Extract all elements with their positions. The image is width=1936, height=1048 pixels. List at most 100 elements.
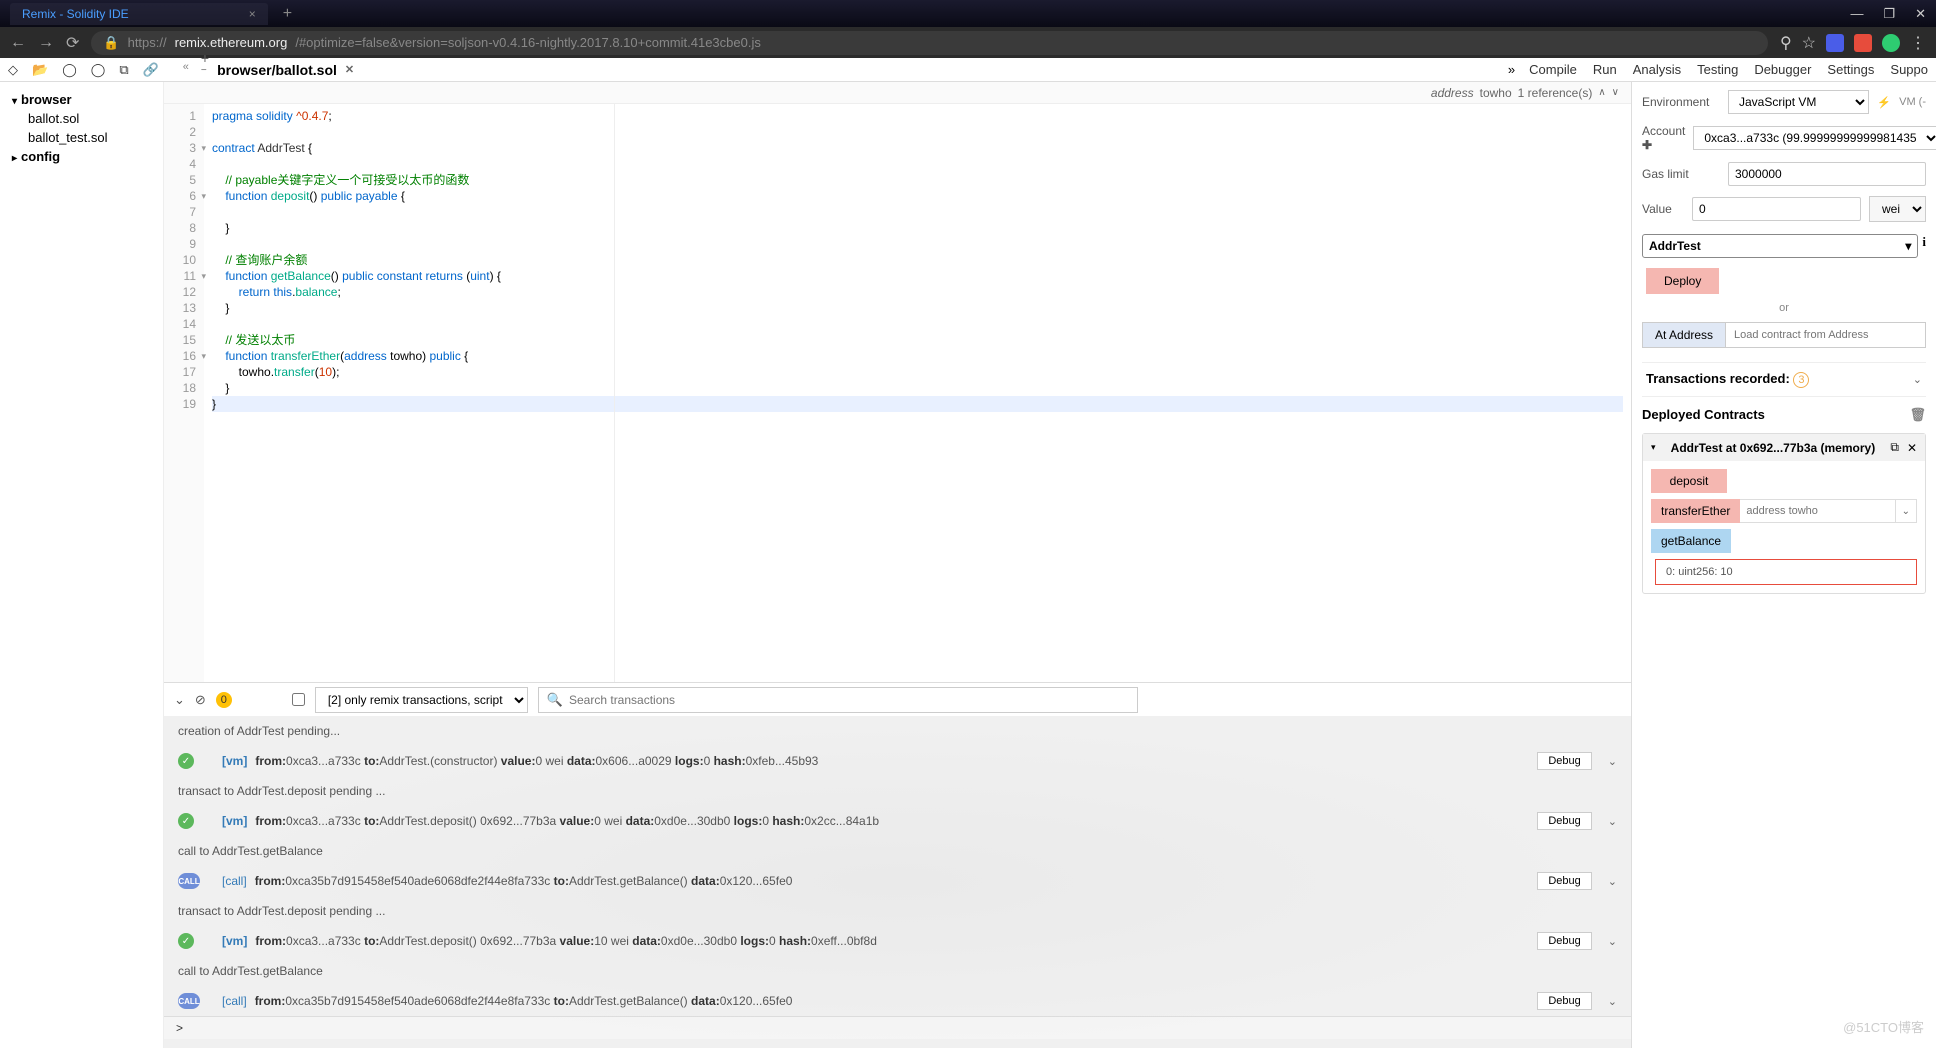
translate-icon[interactable]: ⚲	[1780, 33, 1792, 53]
fn-result: 0: uint256: 10	[1655, 559, 1917, 585]
plus-icon[interactable]: ✚	[1642, 138, 1652, 152]
file-explorer: browser ballot.sol ballot_test.sol confi…	[0, 82, 164, 1048]
tab-title: Remix - Solidity IDE	[22, 7, 129, 21]
collapse-icon[interactable]: »	[1508, 62, 1515, 77]
chevron-down-icon[interactable]: ⌄	[1896, 499, 1917, 523]
at-address-button[interactable]: At Address	[1642, 322, 1726, 348]
add-icon[interactable]: +−	[201, 50, 209, 82]
bolt-icon: ⚡	[1877, 96, 1891, 109]
open-icon[interactable]: 📂	[32, 62, 48, 78]
contract-select[interactable]: AddrTest ▾	[1642, 234, 1918, 258]
search-icon: 🔍	[547, 692, 563, 708]
copy-icon[interactable]: ⧉	[119, 62, 128, 78]
fn-transfer-button[interactable]: transferEther	[1651, 499, 1740, 523]
chevron-down-icon[interactable]: ⌄	[1608, 755, 1617, 768]
code-editor[interactable]: 123▾456▾7891011▾1213141516▾171819 pragma…	[164, 104, 1631, 682]
debug-button[interactable]: Debug	[1537, 872, 1591, 890]
menu-compile[interactable]: Compile	[1529, 62, 1577, 77]
menu-support[interactable]: Suppo	[1890, 62, 1928, 77]
call-icon: CALL	[178, 873, 200, 889]
extension-icon[interactable]	[1826, 34, 1844, 52]
debug-button[interactable]: Debug	[1537, 752, 1591, 770]
gas-limit-input[interactable]	[1728, 162, 1926, 186]
console-prompt[interactable]: >	[164, 1016, 1631, 1039]
debug-button[interactable]: Debug	[1537, 932, 1591, 950]
tree-file[interactable]: ballot_test.sol	[0, 128, 163, 147]
forward-icon[interactable]: →	[38, 34, 54, 52]
tx-filter-select[interactable]: [2] only remix transactions, script	[315, 687, 528, 713]
chevron-down-icon[interactable]: ⌄	[1608, 935, 1617, 948]
trash-icon[interactable]: 🗑	[1909, 407, 1926, 423]
account-select[interactable]: 0xca3...a733c (99.99999999999981435	[1693, 126, 1936, 150]
tx-recorded-section[interactable]: Transactions recorded: 3 ⌄	[1642, 362, 1926, 397]
lock-icon: 🔒	[103, 35, 119, 51]
deploy-button[interactable]: Deploy	[1646, 268, 1719, 294]
tree-browser[interactable]: browser	[0, 90, 163, 109]
ref-up-icon[interactable]: ∧	[1598, 87, 1605, 98]
ref-down-icon[interactable]: ∨	[1612, 87, 1619, 98]
chevron-down-icon[interactable]: ▾	[1651, 442, 1656, 453]
close-tab-icon[interactable]: ×	[249, 7, 256, 21]
maximize-icon[interactable]: ❐	[1883, 6, 1895, 22]
menu-testing[interactable]: Testing	[1697, 62, 1738, 77]
menu-icon[interactable]: ⋮	[1910, 33, 1926, 53]
run-panel: Environment JavaScript VM ⚡ VM (- Accoun…	[1632, 82, 1936, 1048]
chevron-down-icon: ▾	[1905, 239, 1911, 253]
tab-prev-icon[interactable]: «	[183, 61, 189, 79]
fn-transfer-input[interactable]	[1740, 499, 1895, 523]
reference-bar: address towho 1 reference(s) ∧ ∨	[164, 82, 1631, 104]
gist-icon[interactable]: ◯	[91, 62, 106, 78]
info-icon[interactable]: i	[1922, 234, 1926, 258]
extension-icon[interactable]	[1854, 34, 1872, 52]
chevron-down-icon[interactable]: ⌄	[1608, 815, 1617, 828]
search-input[interactable]	[569, 693, 1129, 707]
at-address-input[interactable]	[1726, 322, 1926, 348]
tree-file[interactable]: ballot.sol	[0, 109, 163, 128]
copy-icon[interactable]: ⧉	[1890, 440, 1899, 455]
close-window-icon[interactable]: ✕	[1915, 6, 1926, 22]
clear-icon[interactable]: ⊘	[195, 692, 206, 708]
app-toolbar: ◇ 📂 ◯ ◯ ⧉ 🔗 « +− browser/ballot.sol ✕ » …	[0, 58, 1936, 82]
minimize-icon[interactable]: —	[1850, 6, 1863, 22]
debug-button[interactable]: Debug	[1537, 812, 1591, 830]
chevron-down-icon[interactable]: ⌄	[1913, 373, 1922, 386]
close-icon[interactable]: ✕	[1907, 441, 1917, 455]
menu-debugger[interactable]: Debugger	[1754, 62, 1811, 77]
back-icon[interactable]: ←	[10, 34, 26, 52]
debug-button[interactable]: Debug	[1537, 992, 1591, 1010]
console-toolbar: ⌄ ⊘ 0 [2] only remix transactions, scrip…	[164, 682, 1631, 716]
chevron-down-icon[interactable]: ⌄	[1608, 995, 1617, 1008]
check-icon: ✓	[178, 813, 194, 829]
menu-settings[interactable]: Settings	[1827, 62, 1874, 77]
listen-checkbox[interactable]	[292, 693, 305, 706]
chevron-down-icon[interactable]: ⌄	[174, 692, 185, 708]
menu-run[interactable]: Run	[1593, 62, 1617, 77]
close-file-icon[interactable]: ✕	[345, 63, 354, 76]
new-file-icon[interactable]: ◇	[8, 62, 18, 78]
tree-config[interactable]: config	[0, 147, 163, 166]
fn-deposit-button[interactable]: deposit	[1651, 469, 1727, 493]
watermark: @51CTO博客	[1843, 1017, 1924, 1036]
github-icon[interactable]: ◯	[62, 62, 77, 78]
check-icon: ✓	[178, 933, 194, 949]
browser-tab[interactable]: Remix - Solidity IDE ×	[10, 3, 268, 25]
menu-analysis[interactable]: Analysis	[1633, 62, 1681, 77]
search-transactions[interactable]: 🔍	[538, 687, 1138, 713]
browser-titlebar: Remix - Solidity IDE × + — ❐ ✕	[0, 0, 1936, 27]
pending-badge: 0	[216, 692, 232, 708]
reload-icon[interactable]: ⟳	[66, 33, 79, 53]
link-icon[interactable]: 🔗	[143, 62, 159, 78]
chevron-down-icon[interactable]: ⌄	[1608, 875, 1617, 888]
new-tab-icon[interactable]: +	[283, 5, 292, 23]
file-tab[interactable]: browser/ballot.sol ✕	[217, 62, 354, 78]
fn-balance-button[interactable]: getBalance	[1651, 529, 1731, 553]
profile-icon[interactable]	[1882, 34, 1900, 52]
environment-select[interactable]: JavaScript VM	[1728, 90, 1869, 114]
url-field[interactable]: 🔒 https://remix.ethereum.org/#optimize=f…	[91, 31, 1768, 55]
value-unit-select[interactable]: wei	[1869, 196, 1926, 222]
check-icon: ✓	[178, 753, 194, 769]
console-output: creation of AddrTest pending... ✓ [vm] f…	[164, 716, 1631, 1048]
deployed-instance: ▾ AddrTest at 0x692...77b3a (memory) ⧉ ✕…	[1642, 433, 1926, 594]
value-input[interactable]	[1692, 197, 1861, 221]
bookmark-icon[interactable]: ☆	[1802, 33, 1816, 53]
